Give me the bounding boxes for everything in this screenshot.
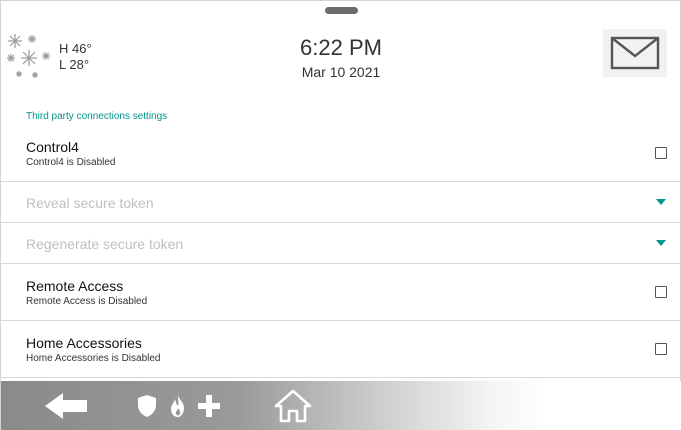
section-title: Third party connections settings: [26, 111, 168, 122]
weather-widget[interactable]: H 46° L 28°: [5, 31, 115, 91]
regenerate-token-row[interactable]: Regenerate secure token: [1, 223, 681, 264]
shield-icon: [138, 395, 156, 417]
remote-access-row[interactable]: Remote Access Remote Access is Disabled: [1, 264, 681, 321]
bottom-nav-bar: [1, 381, 681, 430]
control4-row[interactable]: Control4 Control4 is Disabled: [1, 125, 681, 182]
medical-cross-icon: [198, 395, 220, 417]
control4-status: Control4 is Disabled: [26, 157, 116, 168]
clock-display: 6:22 PM Mar 10 2021: [251, 35, 431, 81]
home-accessories-title: Home Accessories: [26, 335, 142, 351]
back-button[interactable]: [37, 387, 97, 425]
remote-access-title: Remote Access: [26, 278, 124, 294]
home-accessories-row[interactable]: Home Accessories Home Accessories is Dis…: [1, 321, 681, 378]
current-date: Mar 10 2021: [301, 64, 381, 80]
messages-button[interactable]: [603, 29, 667, 77]
police-panic-button[interactable]: [131, 387, 163, 425]
regenerate-token-label: Regenerate secure token: [26, 236, 184, 252]
chevron-down-icon[interactable]: [656, 240, 666, 246]
temperature-readout: H 46° L 28°: [59, 41, 92, 73]
control4-title: Control4: [26, 139, 79, 155]
status-header: H 46° L 28° 6:22 PM Mar 10 2021: [1, 1, 681, 101]
remote-access-checkbox[interactable]: [655, 286, 667, 298]
fire-panic-button[interactable]: [163, 387, 193, 425]
mail-icon: [610, 36, 660, 70]
current-time: 6:22 PM: [300, 35, 382, 60]
screen-frame: H 46° L 28° 6:22 PM Mar 10 2021 Third pa…: [0, 0, 681, 430]
home-icon: [274, 389, 312, 423]
remote-access-status: Remote Access is Disabled: [26, 296, 148, 307]
home-accessories-status: Home Accessories is Disabled: [26, 353, 161, 364]
low-temperature: L 28°: [59, 57, 90, 72]
snow-icon: [7, 34, 50, 78]
settings-list: Control4 Control4 is Disabled Reveal sec…: [1, 125, 681, 378]
medical-panic-button[interactable]: [193, 387, 225, 425]
home-button[interactable]: [265, 387, 321, 425]
back-arrow-icon: [45, 393, 87, 419]
control4-checkbox[interactable]: [655, 147, 667, 159]
reveal-token-label: Reveal secure token: [26, 195, 154, 211]
fire-icon: [171, 395, 184, 417]
chevron-down-icon[interactable]: [656, 199, 666, 205]
home-accessories-checkbox[interactable]: [655, 343, 667, 355]
high-temperature: H 46°: [59, 41, 92, 56]
reveal-token-row[interactable]: Reveal secure token: [1, 182, 681, 223]
